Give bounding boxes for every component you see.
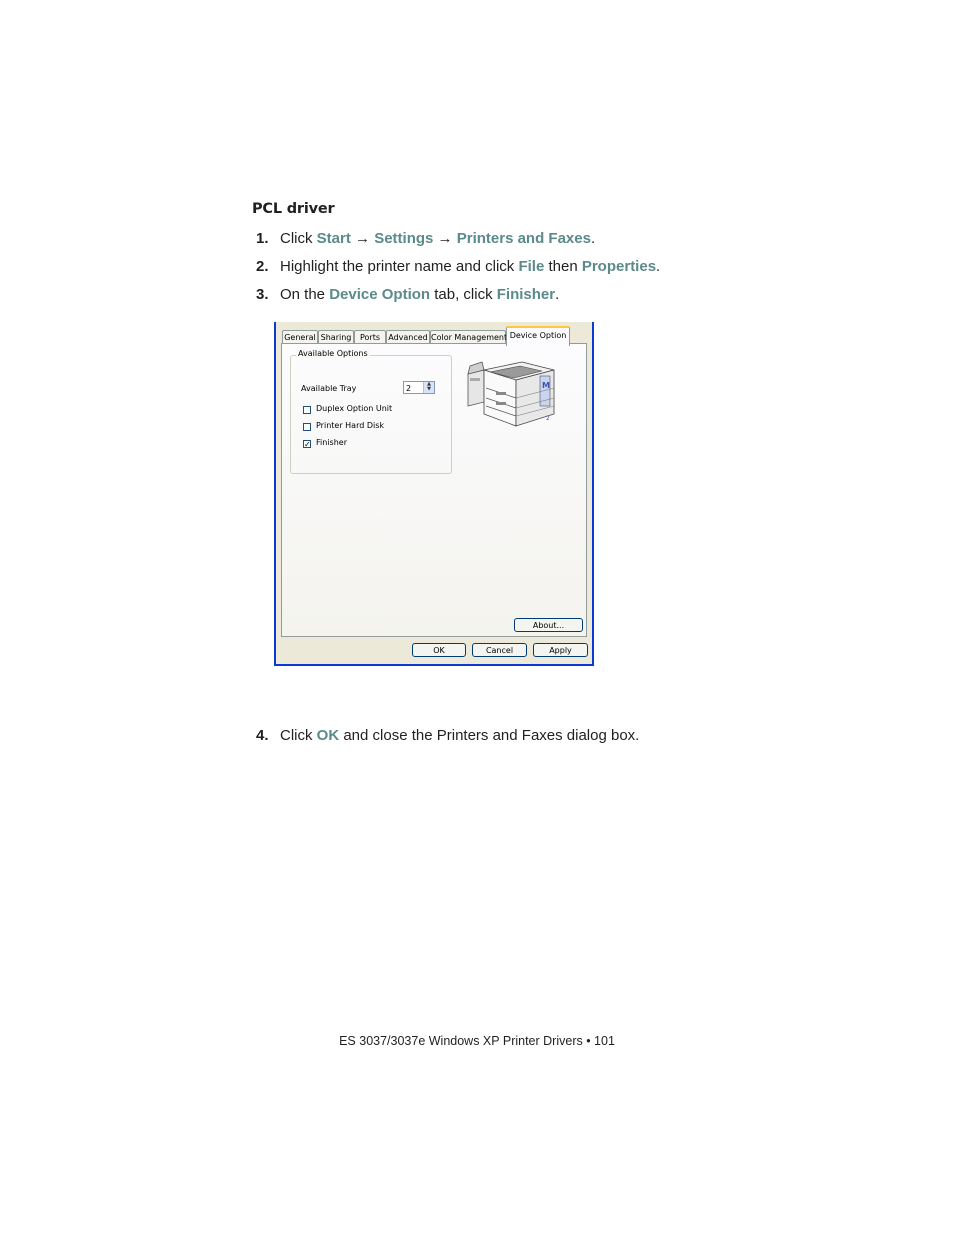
step-text: . — [555, 286, 560, 303]
cancel-button[interactable]: Cancel — [472, 643, 527, 657]
step-2: 2. Highlight the printer name and click F… — [256, 258, 660, 276]
tab-advanced[interactable]: Advanced — [386, 330, 430, 344]
available-options-group: Available Options Available Tray 2 ▲ ▼ Du… — [290, 349, 452, 474]
ui-term-properties: Properties — [581, 258, 657, 275]
step-number: 2. — [256, 258, 269, 275]
ui-term-finisher: Finisher — [496, 286, 556, 303]
tab-device-option[interactable]: Device Option — [506, 326, 570, 346]
tab-ports[interactable]: Ports — [354, 330, 386, 344]
group-title: Available Options — [296, 349, 370, 358]
step-3: 3. On the Device Option tab, click Finish… — [256, 286, 559, 304]
tab-general[interactable]: General — [282, 330, 318, 344]
ok-button[interactable]: OK — [412, 643, 466, 657]
step-number: 3. — [256, 286, 269, 303]
step-4: 4. Click OK and close the Printers and Fa… — [256, 727, 639, 745]
step-text: tab, click — [430, 286, 497, 303]
step-text: . — [590, 230, 596, 247]
duplex-option-checkbox[interactable] — [303, 406, 311, 414]
duplex-option-label: Duplex Option Unit — [316, 404, 393, 413]
device-option-panel: Available Options Available Tray 2 ▲ ▼ Du… — [281, 343, 587, 637]
printer-properties-dialog: General Sharing Ports Advanced Color Man… — [274, 322, 594, 666]
ui-term-settings: Settings — [374, 230, 434, 247]
arrow: → — [350, 230, 375, 247]
finisher-checkbox[interactable]: ✓ — [303, 440, 311, 449]
available-tray-label: Available Tray — [301, 384, 357, 393]
ui-term-printers-faxes: Printers and Faxes — [456, 230, 591, 247]
hard-disk-checkbox[interactable] — [303, 423, 311, 431]
about-button[interactable]: About... — [514, 618, 583, 632]
page-footer: ES 3037/3037e Windows XP Printer Drivers… — [339, 1034, 615, 1048]
step-number: 4. — [256, 727, 269, 744]
check-mark-icon: ✓ — [304, 440, 311, 449]
step-number: 1. — [256, 230, 269, 247]
tab-color-management[interactable]: Color Management — [430, 330, 507, 344]
step-text: then — [544, 258, 582, 275]
available-tray-spinner[interactable]: 2 ▲ ▼ — [403, 381, 435, 394]
step-1: 1. Click Start → Settings → Printers and … — [256, 230, 595, 248]
ui-term-file: File — [518, 258, 545, 275]
printer-image: M 2 — [467, 361, 555, 427]
step-text: On the — [280, 286, 330, 303]
spinner-arrows-icon[interactable]: ▲ ▼ — [423, 382, 434, 393]
available-tray-value: 2 — [406, 384, 412, 393]
hard-disk-label: Printer Hard Disk — [316, 421, 385, 430]
step-text: and close the Printers and Faxes dialog … — [339, 727, 640, 744]
step-text: Click — [280, 727, 317, 744]
tab-sharing[interactable]: Sharing — [318, 330, 354, 344]
apply-button[interactable]: Apply — [533, 643, 588, 657]
step-text: Highlight the printer name and click — [280, 258, 519, 275]
ui-term-start: Start — [316, 230, 351, 247]
svg-text:2: 2 — [546, 415, 550, 422]
svg-text:M: M — [542, 381, 550, 390]
step-text: Click — [280, 230, 317, 247]
section-heading: PCL driver — [252, 201, 335, 217]
finisher-label: Finisher — [316, 438, 347, 447]
ui-term-device-option: Device Option — [329, 286, 431, 303]
step-text: . — [656, 258, 661, 275]
ui-term-ok: OK — [316, 727, 340, 744]
arrow: → — [433, 230, 457, 247]
